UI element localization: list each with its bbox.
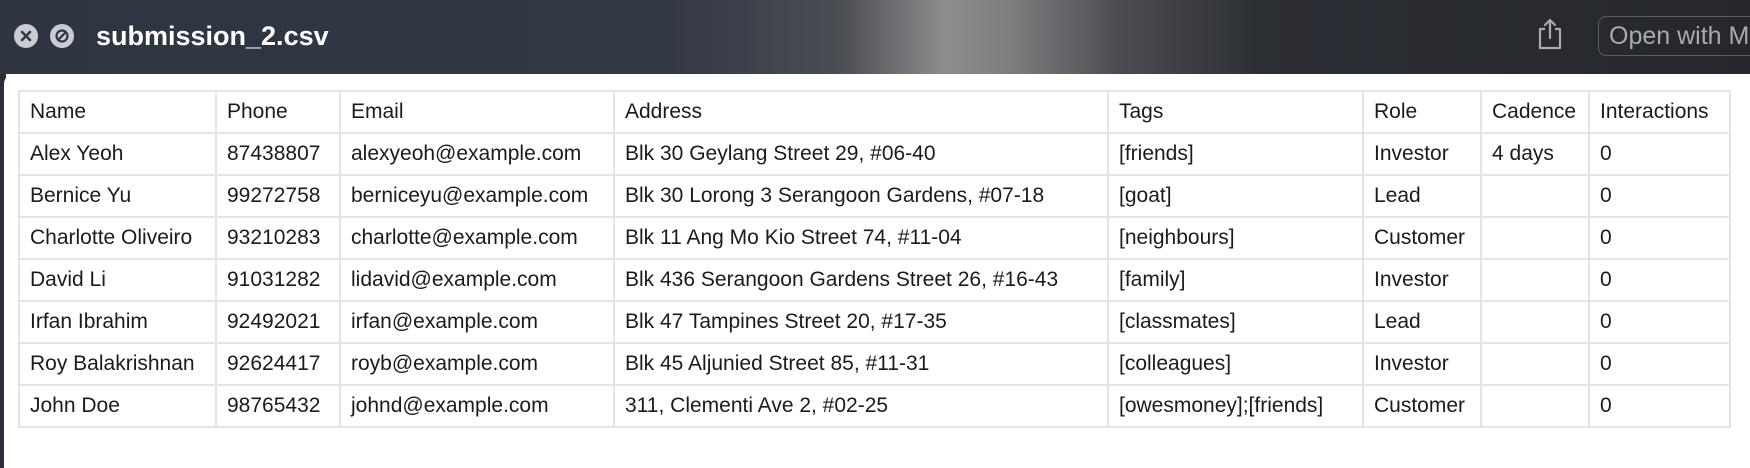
- cell-phone: 87438807: [215, 132, 341, 176]
- cell-email: alexyeoh@example.com: [339, 132, 615, 176]
- cell-role: Investor: [1362, 342, 1482, 386]
- cell-role: Investor: [1362, 258, 1482, 302]
- cell-phone: 93210283: [215, 216, 341, 260]
- slash-circle-icon[interactable]: [50, 24, 74, 48]
- share-button[interactable]: [1530, 14, 1570, 58]
- column-header-address: Address: [613, 90, 1109, 134]
- cell-interactions: 0: [1588, 258, 1731, 302]
- cell-tags: [owesmoney];[friends]: [1107, 384, 1364, 428]
- title-bar: submission_2.csv Open with M: [0, 0, 1750, 74]
- cell-email: charlotte@example.com: [339, 216, 615, 260]
- cell-name: Alex Yeoh: [18, 132, 217, 176]
- cell-tags: [family]: [1107, 258, 1364, 302]
- cell-cadence: [1480, 384, 1590, 428]
- column-header-interactions: Interactions: [1588, 90, 1731, 134]
- cell-phone: 92492021: [215, 300, 341, 344]
- cell-email: irfan@example.com: [339, 300, 615, 344]
- cell-address: Blk 11 Ang Mo Kio Street 74, #11-04: [613, 216, 1109, 260]
- cell-name: Irfan Ibrahim: [18, 300, 217, 344]
- cell-email: lidavid@example.com: [339, 258, 615, 302]
- table-row: Irfan Ibrahim 92492021 irfan@example.com…: [18, 300, 1731, 344]
- cell-name: Charlotte Oliveiro: [18, 216, 217, 260]
- cell-tags: [friends]: [1107, 132, 1364, 176]
- column-header-cadence: Cadence: [1480, 90, 1590, 134]
- cell-cadence: [1480, 216, 1590, 260]
- table-row: Alex Yeoh 87438807 alexyeoh@example.com …: [18, 132, 1731, 176]
- cell-tags: [classmates]: [1107, 300, 1364, 344]
- cell-cadence: [1480, 300, 1590, 344]
- cell-address: Blk 47 Tampines Street 20, #17-35: [613, 300, 1109, 344]
- cell-name: David Li: [18, 258, 217, 302]
- cell-interactions: 0: [1588, 384, 1731, 428]
- table-row: Bernice Yu 99272758 berniceyu@example.co…: [18, 174, 1731, 218]
- cell-email: johnd@example.com: [339, 384, 615, 428]
- share-icon: [1537, 18, 1563, 55]
- open-with-button[interactable]: Open with M: [1598, 16, 1750, 56]
- quicklook-window: submission_2.csv Open with M Name Phone …: [0, 0, 1750, 468]
- csv-table: Name Phone Email Address Tags Role Caden…: [18, 90, 1731, 428]
- cell-address: Blk 45 Aljunied Street 85, #11-31: [613, 342, 1109, 386]
- table-row: Charlotte Oliveiro 93210283 charlotte@ex…: [18, 216, 1731, 260]
- column-header-name: Name: [18, 90, 217, 134]
- cell-phone: 92624417: [215, 342, 341, 386]
- cell-cadence: [1480, 342, 1590, 386]
- cell-role: Customer: [1362, 216, 1482, 260]
- close-circle-icon[interactable]: [14, 24, 38, 48]
- column-header-email: Email: [339, 90, 615, 134]
- column-header-tags: Tags: [1107, 90, 1364, 134]
- cell-interactions: 0: [1588, 132, 1731, 176]
- cell-address: Blk 436 Serangoon Gardens Street 26, #16…: [613, 258, 1109, 302]
- cell-email: royb@example.com: [339, 342, 615, 386]
- cell-name: John Doe: [18, 384, 217, 428]
- cell-tags: [neighbours]: [1107, 216, 1364, 260]
- header-row: Name Phone Email Address Tags Role Caden…: [18, 90, 1731, 134]
- table-row: David Li 91031282 lidavid@example.com Bl…: [18, 258, 1731, 302]
- cell-address: Blk 30 Lorong 3 Serangoon Gardens, #07-1…: [613, 174, 1109, 218]
- cell-tags: [goat]: [1107, 174, 1364, 218]
- cell-email: berniceyu@example.com: [339, 174, 615, 218]
- cell-name: Roy Balakrishnan: [18, 342, 217, 386]
- cell-role: Customer: [1362, 384, 1482, 428]
- cell-role: Investor: [1362, 132, 1482, 176]
- column-header-role: Role: [1362, 90, 1482, 134]
- cell-interactions: 0: [1588, 300, 1731, 344]
- cell-interactions: 0: [1588, 174, 1731, 218]
- cell-address: Blk 30 Geylang Street 29, #06-40: [613, 132, 1109, 176]
- cell-cadence: [1480, 174, 1590, 218]
- column-header-phone: Phone: [215, 90, 341, 134]
- table-row: Roy Balakrishnan 92624417 royb@example.c…: [18, 342, 1731, 386]
- cell-tags: [colleagues]: [1107, 342, 1364, 386]
- cell-role: Lead: [1362, 174, 1482, 218]
- cell-address: 311, Clementi Ave 2, #02-25: [613, 384, 1109, 428]
- cell-interactions: 0: [1588, 342, 1731, 386]
- window-title: submission_2.csv: [96, 21, 329, 51]
- cell-cadence: 4 days: [1480, 132, 1590, 176]
- cell-phone: 91031282: [215, 258, 341, 302]
- cell-cadence: [1480, 258, 1590, 302]
- cell-name: Bernice Yu: [18, 174, 217, 218]
- cell-phone: 99272758: [215, 174, 341, 218]
- table-row: John Doe 98765432 johnd@example.com 311,…: [18, 384, 1731, 428]
- cell-phone: 98765432: [215, 384, 341, 428]
- cell-role: Lead: [1362, 300, 1482, 344]
- cell-interactions: 0: [1588, 216, 1731, 260]
